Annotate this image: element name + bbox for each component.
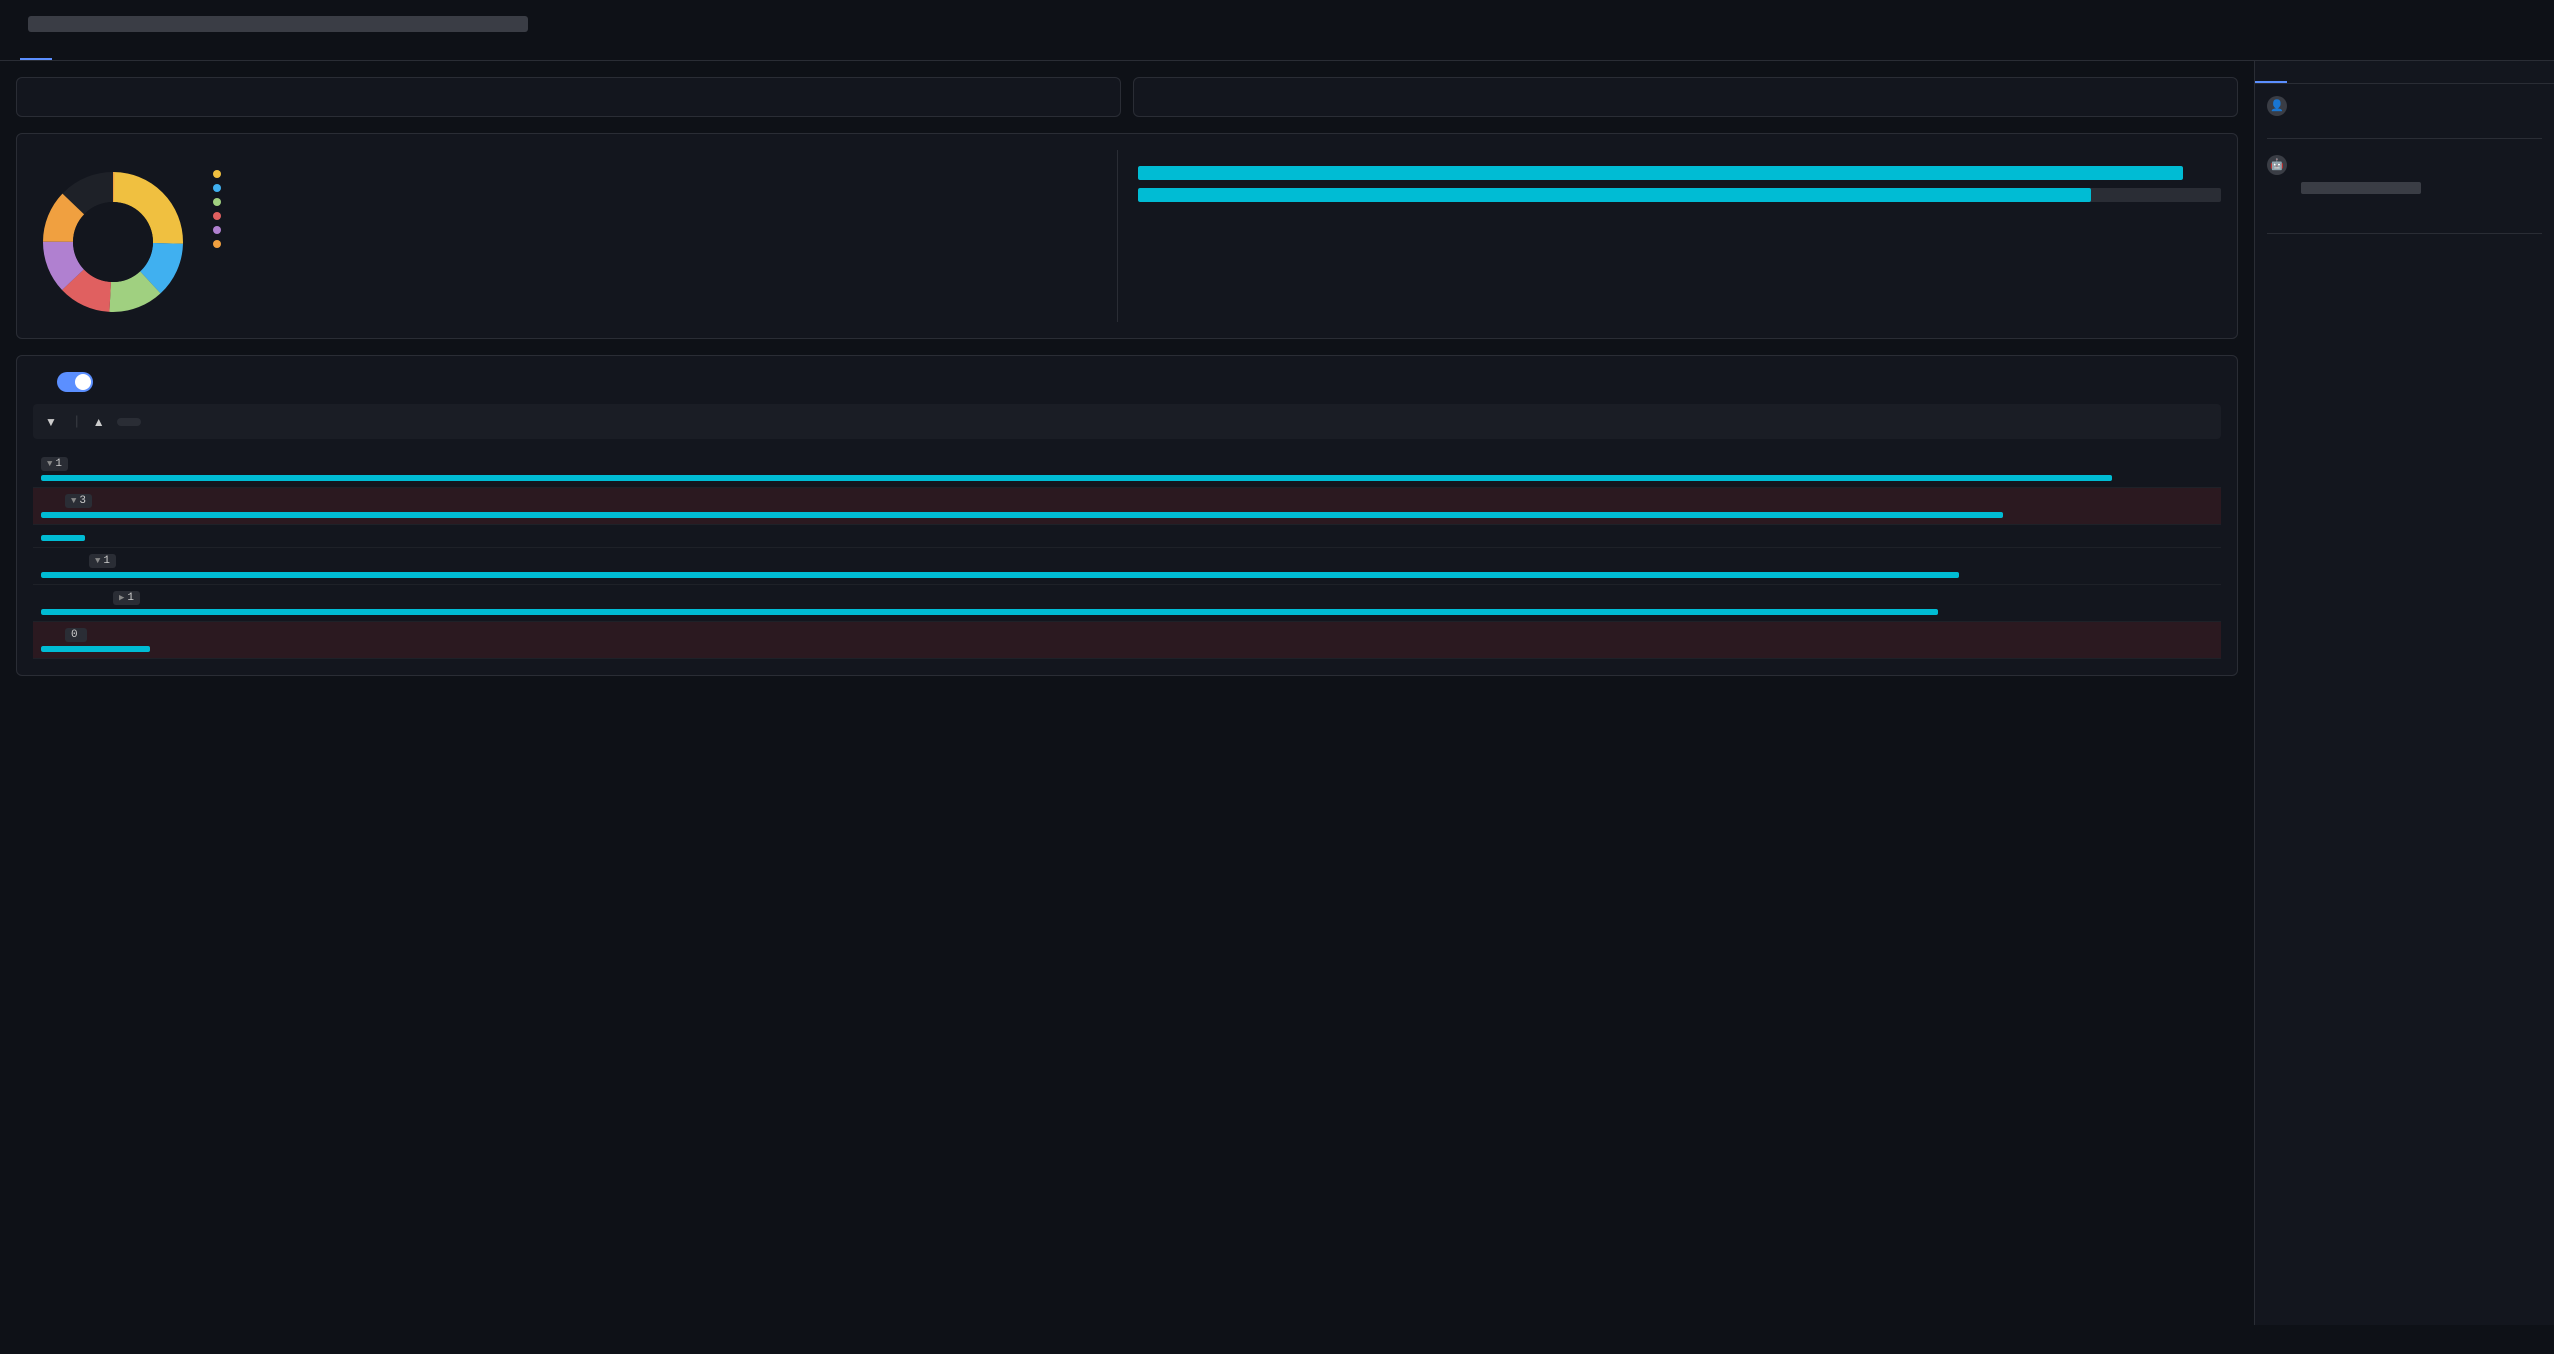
duration-card	[16, 77, 1121, 117]
trace-badge-1: ▼ 3	[65, 494, 92, 508]
collapse-all-button[interactable]: ▲	[93, 415, 109, 429]
token-label-bar-inner-0	[1138, 188, 2091, 202]
trace-bar-outer-2	[41, 535, 2221, 541]
tab-response-details[interactable]	[2255, 61, 2287, 83]
dur-row-3	[213, 212, 1117, 220]
dur-row-5	[213, 240, 1117, 248]
trace-row-1: ▼ 3	[33, 488, 2221, 525]
right-content: 👤 🤖	[2255, 84, 2554, 262]
dur-dot-0	[213, 170, 221, 178]
response-block: 🤖	[2267, 155, 2542, 234]
trace-bar-row-2	[33, 535, 2221, 541]
dur-dot-5	[213, 240, 221, 248]
response-header: 🤖	[2267, 155, 2542, 175]
trace-bar-inner-3	[41, 572, 1959, 578]
page-title	[20, 16, 2534, 32]
main-layout: ▼ | ▲ ▼ 1	[0, 61, 2554, 1325]
trace-header	[33, 372, 2221, 392]
tokens-card	[1133, 77, 2238, 117]
controls-separator: |	[73, 414, 81, 429]
badge-num-3: 1	[103, 555, 110, 567]
response-action	[2267, 199, 2542, 217]
duration-section	[16, 133, 2238, 339]
trace-bar-outer-3	[41, 572, 2221, 578]
trace-bar-inner-0	[41, 475, 2112, 481]
trace-rows: ▼ 1	[33, 451, 2221, 659]
title-redacted	[28, 16, 528, 32]
badge-num-4: 1	[127, 592, 134, 604]
trace-row-2	[33, 525, 2221, 548]
trace-bar-inner-1	[41, 512, 2003, 518]
arrow-icon-4: ▶	[119, 593, 124, 603]
duration-inner	[33, 162, 1117, 322]
badge-num-5: 0	[71, 629, 78, 641]
token-bar-outer-0	[1138, 166, 2184, 180]
trace-bar-inner-4	[41, 609, 1938, 615]
dur-row-2	[213, 198, 1117, 206]
user-input-block: 👤	[2267, 96, 2542, 139]
user-input-header: 👤	[2267, 96, 2542, 116]
duration-table	[213, 162, 1117, 254]
arrow-icon-1: ▼	[71, 496, 76, 506]
main-tabs	[20, 42, 2534, 60]
response-icon: 🤖	[2267, 155, 2287, 175]
token-bar-row-0	[1138, 166, 2222, 180]
badge-num-1: 3	[79, 495, 86, 507]
trace-bar-outer-1	[41, 512, 2221, 518]
reset-button[interactable]	[117, 418, 141, 426]
trace-controls: ▼ | ▲	[33, 404, 2221, 439]
trace-bar-inner-5	[41, 646, 150, 652]
dur-dot-1	[213, 184, 221, 192]
ai-spans-toggle[interactable]	[57, 372, 101, 392]
tab-logs[interactable]	[52, 42, 84, 60]
trace-bar-row-4	[33, 609, 2221, 615]
left-panel: ▼ | ▲ ▼ 1	[0, 61, 2254, 1325]
trace-row-4: ▶ 1	[33, 585, 2221, 622]
dur-row-4	[213, 226, 1117, 234]
trace-bar-outer-4	[41, 609, 2221, 615]
dur-row-0	[213, 170, 1117, 178]
token-label-row-0	[1138, 188, 2222, 202]
tab-trace[interactable]	[20, 42, 52, 60]
trace-bar-outer-5	[41, 646, 2221, 652]
trace-badge-3: ▼ 1	[89, 554, 116, 568]
dur-dot-2	[213, 198, 221, 206]
expand-all-button[interactable]: ▼	[45, 415, 61, 429]
toggle-thumb	[75, 374, 91, 390]
page-header	[0, 0, 2554, 61]
dur-row-1	[213, 184, 1117, 192]
trace-bar-row-0	[33, 475, 2221, 481]
trace-bar-outer-0	[41, 475, 2221, 481]
trace-badge-5: 0	[65, 628, 87, 642]
trace-bar-row-1	[33, 512, 2221, 518]
trace-badge-4: ▶ 1	[113, 591, 140, 605]
trace-row-0: ▼ 1	[33, 451, 2221, 488]
user-icon: 👤	[2267, 96, 2287, 116]
dur-dot-3	[213, 212, 221, 220]
token-usage-section	[1117, 150, 2222, 322]
response-thought	[2267, 181, 2542, 195]
trace-bar-row-5	[33, 646, 2221, 652]
trace-section: ▼ | ▲ ▼ 1	[16, 355, 2238, 676]
toggle-track[interactable]	[57, 372, 93, 392]
arrow-icon-0: ▼	[47, 459, 52, 469]
dur-dot-4	[213, 226, 221, 234]
trace-bar-row-3	[33, 572, 2221, 578]
donut-chart	[33, 162, 193, 322]
trace-bar-inner-2	[41, 535, 85, 541]
chevron-up-icon: ▲	[93, 415, 105, 429]
trace-badge-0: ▼ 1	[41, 457, 68, 471]
right-tabs	[2255, 61, 2554, 84]
trace-row-5: 0	[33, 622, 2221, 659]
thought-redacted	[2301, 182, 2421, 194]
arrow-icon-3: ▼	[95, 556, 100, 566]
token-bar-inner-0	[1138, 166, 2184, 180]
tab-metadata[interactable]	[2287, 61, 2319, 83]
stats-row	[16, 77, 2238, 117]
trace-row-3: ▼ 1	[33, 548, 2221, 585]
chevron-down-icon: ▼	[45, 415, 57, 429]
badge-num-0: 1	[55, 458, 62, 470]
token-label-bar-outer-0	[1138, 188, 2222, 202]
right-panel: 👤 🤖	[2254, 61, 2554, 1325]
